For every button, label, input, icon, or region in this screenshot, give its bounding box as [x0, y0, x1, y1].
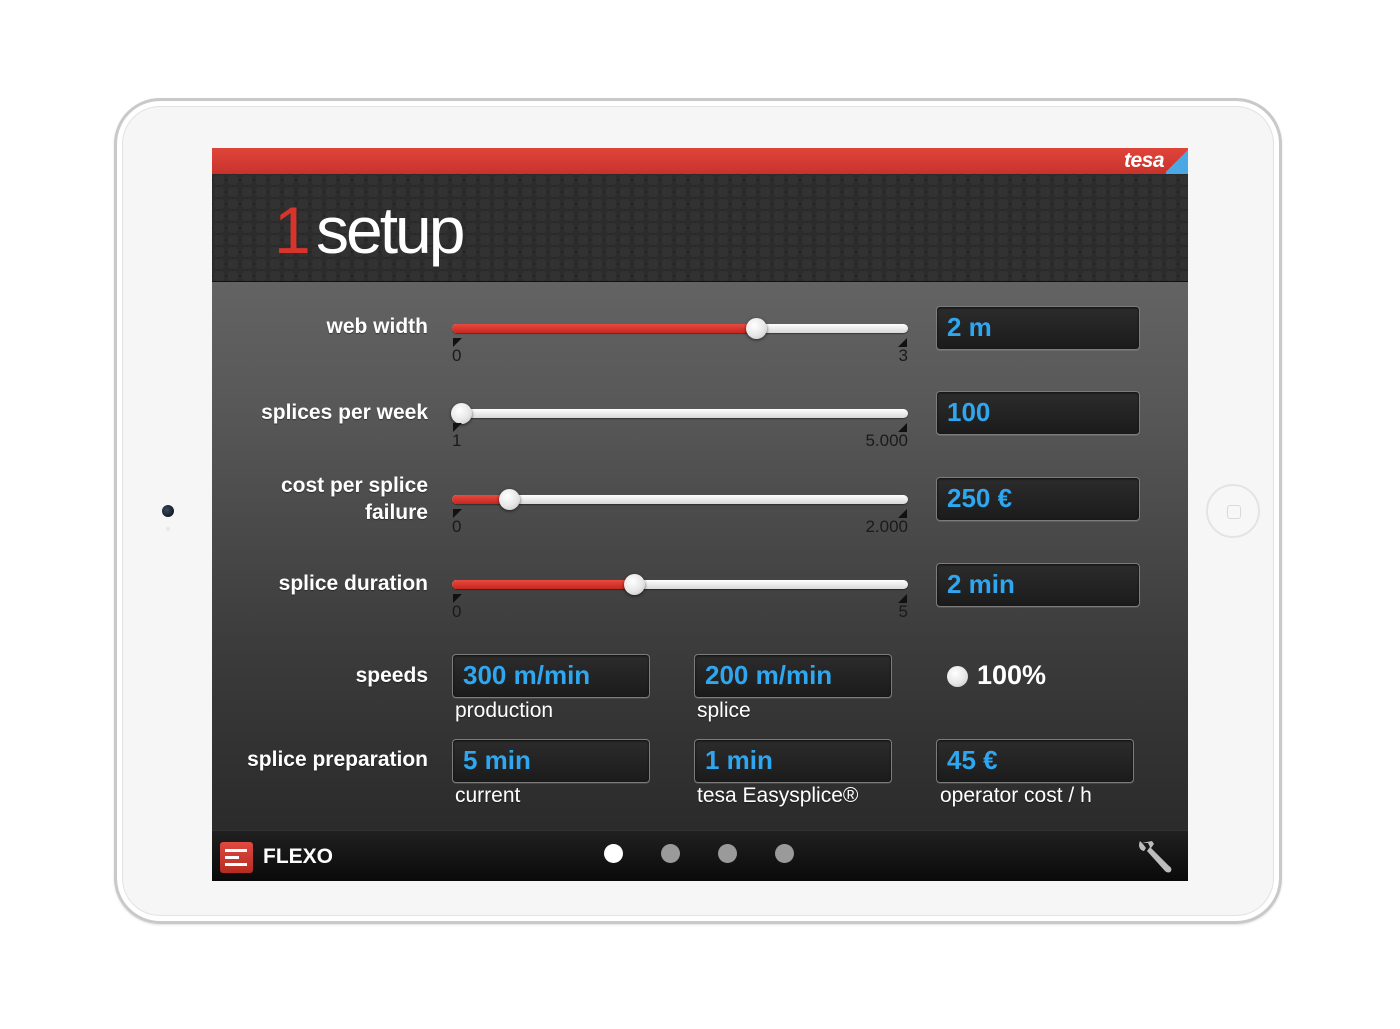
splice-caption: splice: [697, 699, 751, 722]
slider-min-label: 0: [452, 517, 462, 536]
tesa-logo: tesa: [1123, 149, 1165, 172]
front-camera: [162, 505, 174, 517]
slider-thumb[interactable]: [624, 574, 645, 595]
splice-duration-slider[interactable]: 0 5: [452, 574, 908, 624]
slider-fill: [452, 324, 756, 333]
slider-thumb[interactable]: [499, 489, 520, 510]
web-width-label: web width: [326, 315, 429, 338]
current-prep-input[interactable]: 5 min: [452, 739, 650, 783]
percent-toggle-label: 100%: [977, 660, 1047, 690]
cost-per-splice-value[interactable]: 250 €: [936, 477, 1140, 521]
page-header: 1 setup: [212, 174, 1188, 282]
speeds-label: speeds: [355, 664, 428, 687]
slider-track: [452, 495, 908, 504]
easysplice-prep-input[interactable]: 1 min: [694, 739, 892, 783]
slider-fill: [452, 580, 634, 589]
page-dot-3[interactable]: [718, 844, 737, 863]
light-sensor: [166, 527, 170, 531]
slider-max-label: 3: [898, 346, 908, 365]
splice-speed-input[interactable]: 200 m/min: [694, 654, 892, 698]
page-dot-1[interactable]: [604, 844, 623, 863]
home-button[interactable]: [1206, 484, 1260, 538]
slider-track: [452, 409, 908, 418]
slider-min-label: 0: [452, 346, 462, 365]
slider-max-label: 2.000: [865, 517, 908, 536]
slider-thumb[interactable]: [451, 403, 472, 424]
current-caption: current: [455, 784, 521, 807]
web-width-slider[interactable]: 0 3: [452, 318, 908, 368]
splice-duration-label: splice duration: [278, 572, 428, 595]
slider-max-label: 5.000: [865, 431, 908, 450]
slider-min-label: 0: [452, 602, 462, 621]
flexo-icon[interactable]: [220, 842, 253, 873]
splice-preparation-label: splice preparation: [247, 748, 428, 771]
label-line: cost per splice: [280, 474, 428, 497]
home-square-icon: [1227, 505, 1241, 519]
flexo-label[interactable]: FLEXO: [263, 845, 333, 869]
operator-cost-input[interactable]: 45 €: [936, 739, 1134, 783]
slider-thumb[interactable]: [746, 318, 767, 339]
production-caption: production: [455, 699, 554, 722]
page-title: setup: [316, 193, 465, 267]
splices-per-week-label: splices per week: [261, 401, 428, 424]
percent-toggle[interactable]: [947, 666, 968, 687]
wrench-icon[interactable]: [1136, 839, 1176, 877]
cost-per-splice-slider[interactable]: 0 2.000: [452, 489, 908, 539]
label-line: failure: [364, 501, 428, 524]
app-screen: tesa 1 setup web width 0 3 2 m splices p…: [212, 148, 1188, 881]
web-width-value[interactable]: 2 m: [936, 306, 1140, 350]
cost-per-splice-failure-label: cost per splice failure: [281, 472, 428, 526]
splice-duration-value[interactable]: 2 min: [936, 563, 1140, 607]
brand-bar: tesa: [212, 148, 1188, 174]
page-dot-2[interactable]: [661, 844, 680, 863]
operator-cost-caption: operator cost / h: [940, 784, 1092, 807]
page-dot-4[interactable]: [775, 844, 794, 863]
slider-max-label: 5: [898, 602, 908, 621]
bottom-bar: FLEXO: [212, 830, 1188, 881]
splices-per-week-slider[interactable]: 1 5.000: [451, 403, 908, 453]
brand-corner-icon: [1166, 148, 1188, 174]
splices-per-week-value[interactable]: 100: [936, 391, 1140, 435]
production-speed-input[interactable]: 300 m/min: [452, 654, 650, 698]
step-number: 1: [274, 193, 311, 267]
slider-min-label: 1: [452, 431, 462, 450]
easysplice-caption: tesa Easysplice®: [697, 784, 859, 807]
